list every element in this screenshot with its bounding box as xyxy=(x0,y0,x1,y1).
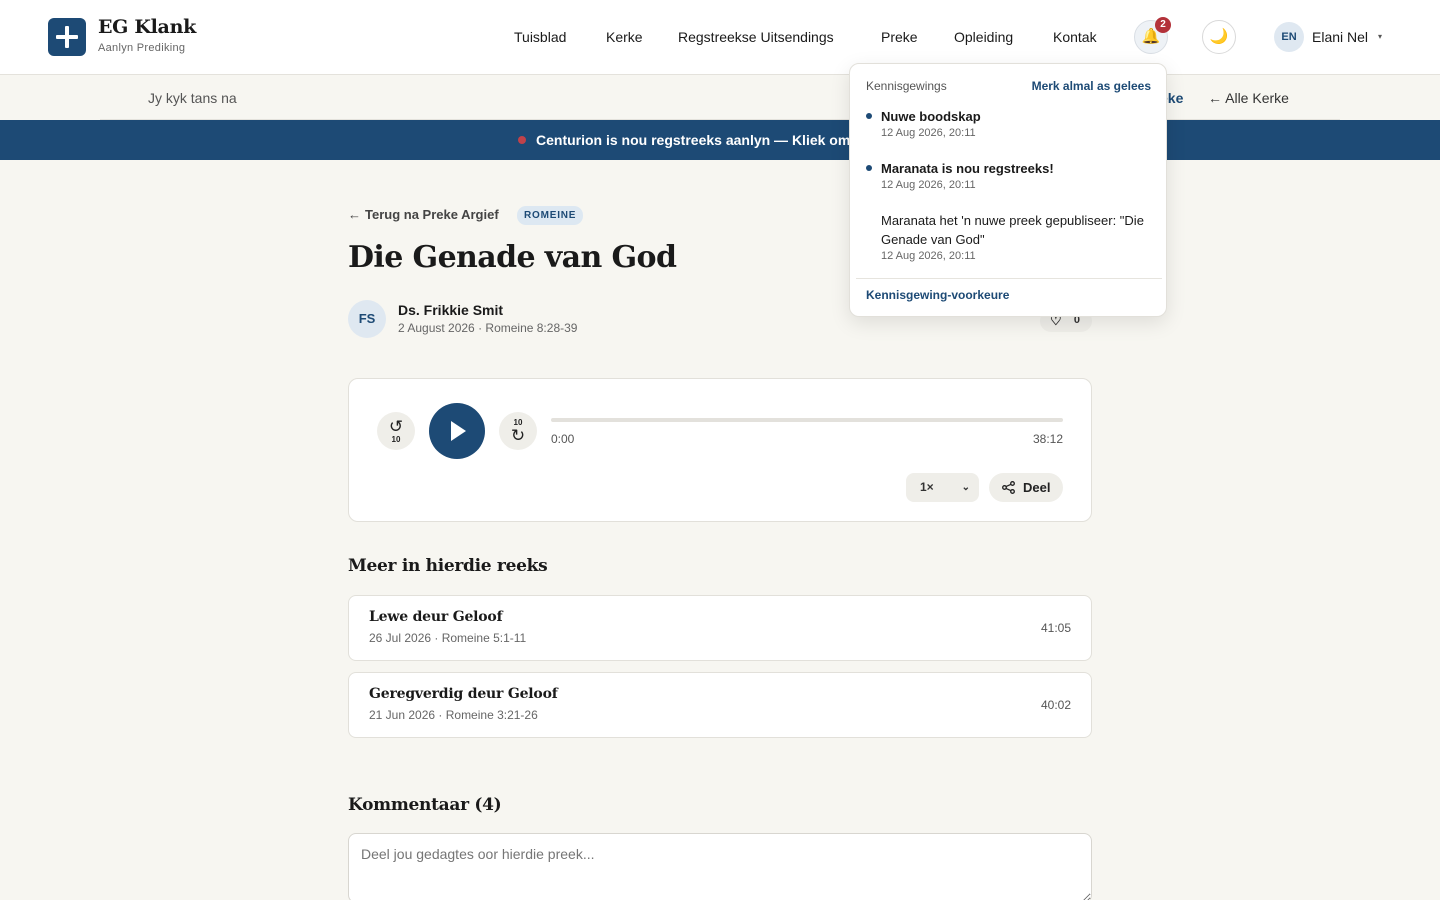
divider xyxy=(856,278,1162,279)
notification-text: Maranata het 'n nuwe preek gepubliseer: … xyxy=(881,213,1144,247)
series-item-duration: 40:02 xyxy=(1040,698,1071,712)
user-name[interactable]: Elani Nel xyxy=(1312,29,1368,45)
arrow-left-icon: ← xyxy=(348,207,361,222)
notification-text: Maranata is nou regstreeks! xyxy=(881,161,1054,176)
series-tag[interactable]: ROMEINE xyxy=(517,206,584,225)
back-link-label: Terug na Preke Argief xyxy=(365,207,499,222)
mark-all-read-button[interactable]: Merk almal as gelees xyxy=(1032,79,1151,93)
live-dot-icon xyxy=(518,136,526,144)
rewind-seconds: 10 xyxy=(391,435,401,444)
notifications-heading: Kennisgewings xyxy=(866,79,947,93)
all-churches-link[interactable]: ← Alle Kerke xyxy=(1208,90,1289,106)
progress-bar[interactable] xyxy=(551,418,1063,422)
share-icon xyxy=(1002,481,1015,494)
page-title: Die Genade van God xyxy=(348,240,677,275)
notification-item[interactable]: Nuwe boodskap 12 Aug 2026, 20:11 xyxy=(881,107,1161,139)
comments-heading: Kommentaar (4) xyxy=(348,795,502,815)
notification-preferences-link[interactable]: Kennisgewing-voorkeure xyxy=(866,288,1009,302)
notification-time: 12 Aug 2026, 20:11 xyxy=(881,127,976,139)
preacher-avatar: FS xyxy=(348,300,386,338)
nav-tuisblad[interactable]: Tuisblad xyxy=(514,29,566,45)
share-label: Deel xyxy=(1023,480,1051,495)
back-to-archive-link[interactable]: ← Terug na Preke Argief xyxy=(348,207,499,222)
brand-subtitle: Aanlyn Prediking xyxy=(98,42,186,54)
series-heading: Meer in hierdie reeks xyxy=(348,556,548,576)
forward-button[interactable]: 10 ↻ xyxy=(499,412,537,450)
nav-kerke[interactable]: Kerke xyxy=(606,29,643,45)
forward-seconds: 10 xyxy=(513,418,523,427)
notifications-dropdown: Kennisgewings Merk almal as gelees Nuwe … xyxy=(849,63,1167,317)
series-item[interactable]: Geregverdig deur Geloof 21 Jun 2026 · Ro… xyxy=(348,672,1092,738)
nav-kontak[interactable]: Kontak xyxy=(1053,29,1097,45)
nav-preke[interactable]: Preke xyxy=(881,29,918,45)
rewind-button[interactable]: ↺ 10 xyxy=(377,412,415,450)
notification-item[interactable]: Maranata is nou regstreeks! 12 Aug 2026,… xyxy=(881,159,1161,191)
sermon-meta: 2 August 2026 · Romeine 8:28-39 xyxy=(398,321,578,335)
rewind-icon: ↺ xyxy=(388,417,404,436)
series-item[interactable]: Lewe deur Geloof 26 Jul 2026 · Romeine 5… xyxy=(348,595,1092,661)
notification-count-badge: 2 xyxy=(1155,17,1171,33)
speed-select[interactable]: 1× ⌄ xyxy=(906,473,979,502)
unread-dot-icon xyxy=(866,165,872,171)
notification-item[interactable]: Maranata het 'n nuwe preek gepubliseer: … xyxy=(881,211,1161,262)
series-item-meta: 26 Jul 2026 · Romeine 5:1-11 xyxy=(369,631,527,645)
play-button[interactable] xyxy=(429,403,485,459)
chevron-down-icon[interactable]: ▾ xyxy=(1378,32,1382,41)
nav-regstreekse-uitsendings[interactable]: Regstreekse Uitsendings xyxy=(678,29,834,45)
comment-input[interactable] xyxy=(348,833,1092,900)
series-item-title: Lewe deur Geloof xyxy=(369,609,503,625)
speed-value: 1× xyxy=(920,480,934,494)
live-banner-text[interactable]: Centurion is nou regstreeks aanlyn — Kli… xyxy=(536,132,850,148)
share-button[interactable]: Deel xyxy=(989,473,1063,502)
moon-icon[interactable]: 🌙 xyxy=(1202,20,1236,54)
series-item-meta: 21 Jun 2026 · Romeine 3:21-26 xyxy=(369,708,538,722)
language-badge[interactable]: EN xyxy=(1274,22,1304,52)
total-duration: 38:12 xyxy=(1032,432,1063,446)
brand-title[interactable]: EG Klank xyxy=(98,16,196,38)
nav-opleiding[interactable]: Opleiding xyxy=(954,29,1013,45)
watching-label: Jy kyk tans na xyxy=(148,90,237,106)
chevron-down-icon: ⌄ xyxy=(961,482,970,493)
notification-time: 12 Aug 2026, 20:11 xyxy=(881,179,976,191)
forward-icon: ↻ xyxy=(510,426,526,445)
notification-text: Nuwe boodskap xyxy=(881,109,981,124)
unread-dot-icon xyxy=(866,113,872,119)
logo-cross-icon[interactable] xyxy=(48,18,86,56)
series-item-duration: 41:05 xyxy=(1040,621,1071,635)
preacher-name: Ds. Frikkie Smit xyxy=(398,302,504,318)
series-item-title: Geregverdig deur Geloof xyxy=(369,686,558,702)
current-time: 0:00 xyxy=(551,432,575,446)
notification-time: 12 Aug 2026, 20:11 xyxy=(881,250,976,262)
